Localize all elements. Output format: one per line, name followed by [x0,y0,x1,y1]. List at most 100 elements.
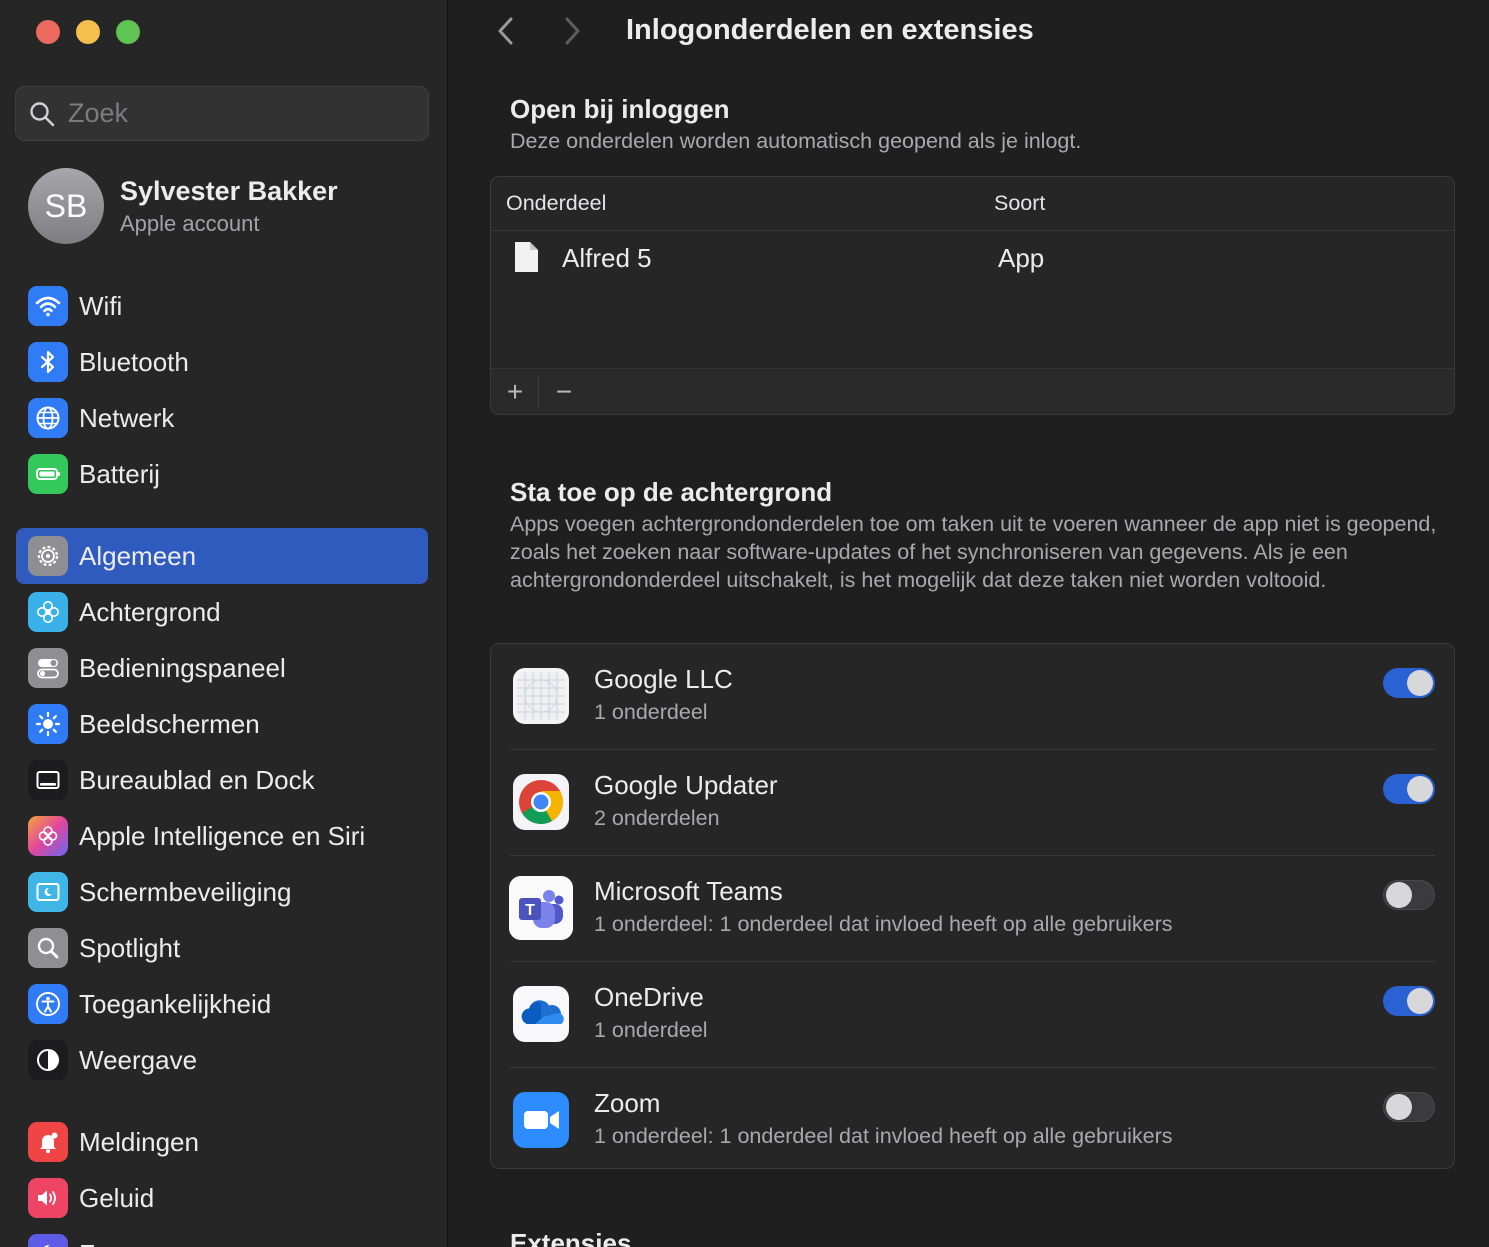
sidebar-item-beeldschermen[interactable]: Beeldschermen [16,696,428,752]
app-name: Zoom [594,1088,661,1118]
document-icon [515,242,538,272]
sidebar-item-label: Batterij [79,458,160,489]
sidebar-item-label: Meldingen [79,1126,199,1157]
microsoft-teams-toggle[interactable] [1383,880,1435,910]
sidebar-item-label: Apple Intelligence en Siri [79,820,366,851]
sidebar-item-algemeen[interactable]: Algemeen [16,528,428,584]
search-field[interactable] [15,86,429,141]
wifi-icon [28,286,68,326]
divider [538,376,539,408]
sidebar-item-label: Spotlight [79,932,181,963]
sidebar-item-label: Weergave [79,1044,198,1075]
app-name: Microsoft Teams [594,876,783,906]
sidebar-item-batterij[interactable]: Batterij [16,446,428,502]
sidebar-item-meldingen[interactable]: Meldingen [16,1114,428,1170]
sidebar-item-schermbeveiliging[interactable]: Schermbeveiliging [16,864,428,920]
sidebar-group-network: Wifi Bluetooth Netwerk Batterij [16,278,428,502]
sidebar-item-weergave[interactable]: Weergave [16,1032,428,1088]
sidebar-item-label: Bureaublad en Dock [79,764,315,795]
background-description: Apps voegen achtergrondonderdelen toe om… [510,512,1437,592]
sidebar-group-system: Algemeen Achtergrond Bedieningspaneel Be… [16,528,428,1088]
google-updater-toggle[interactable] [1383,774,1435,804]
sidebar-item-bluetooth[interactable]: Bluetooth [16,334,428,390]
google-llc-icon [513,668,569,724]
zoom-toggle[interactable] [1383,1092,1435,1122]
app-item-count: 1 onderdeel: 1 onderdeel dat invloed hee… [594,1124,1173,1148]
screensaver-icon [28,872,68,912]
flower-icon [28,592,68,632]
background-items-list: Google LLC 1 onderdeel Google Updater 2 … [490,643,1455,1169]
main-pane: Inlogonderdelen en extensies Open bij in… [449,0,1489,1247]
app-item-count: 1 onderdeel [594,700,708,724]
list-item: Google Updater 2 onderdelen [491,750,1454,856]
sidebar-item-label: Netwerk [79,402,175,433]
sidebar-item-achtergrond[interactable]: Achtergrond [16,584,428,640]
table-header: Onderdeel Soort [491,177,1454,231]
teams-icon: T [509,876,573,940]
app-item-count: 1 onderdeel: 1 onderdeel dat invloed hee… [594,912,1173,936]
sidebar-item-label: Focus [79,1239,150,1247]
back-arrow-icon[interactable] [493,14,519,48]
forward-arrow-icon[interactable] [559,14,585,48]
list-item: T Microsoft Teams 1 onderdeel: 1 onderde… [491,856,1454,962]
app-item-count: 2 onderdelen [594,806,720,830]
sidebar-item-toegankelijkheid[interactable]: Toegankelijkheid [16,976,428,1032]
sidebar-item-geluid[interactable]: Geluid [16,1170,428,1226]
speaker-icon [28,1178,68,1218]
sidebar-item-focus[interactable]: Focus [16,1226,428,1247]
appearance-icon [28,1040,68,1080]
account-name: Sylvester Bakker [120,175,338,206]
table-row[interactable]: Alfred 5 App [491,233,1454,283]
table-footer: + − [491,368,1454,414]
sidebar-item-bureaublad-en-dock[interactable]: Bureaublad en Dock [16,752,428,808]
svg-text:T: T [525,902,535,919]
column-header-onderdeel[interactable]: Onderdeel [506,191,606,216]
zoom-icon [513,1092,569,1148]
sidebar-item-spotlight[interactable]: Spotlight [16,920,428,976]
magnifier-icon [28,928,68,968]
app-name: Google Updater [594,770,778,800]
remove-login-item-button[interactable]: − [547,375,581,409]
google-llc-toggle[interactable] [1383,668,1435,698]
login-item-type: App [998,243,1045,273]
minimize-window-button[interactable] [76,20,100,44]
sun-icon [28,704,68,744]
search-input[interactable] [68,98,408,129]
bell-icon [28,1122,68,1162]
onedrive-toggle[interactable] [1383,986,1435,1016]
extensions-title: Extensies [510,1228,632,1247]
sidebar-item-apple-intelligence-en-siri[interactable]: Apple Intelligence en Siri [16,808,428,864]
close-window-button[interactable] [36,20,60,44]
sidebar-item-bedieningspaneel[interactable]: Bedieningspaneel [16,640,428,696]
sidebar-item-wifi[interactable]: Wifi [16,278,428,334]
window-controls [36,20,140,44]
search-icon [30,101,55,126]
avatar: SB [28,168,104,244]
column-header-soort[interactable]: Soort [994,191,1045,216]
moon-icon [28,1234,68,1247]
sidebar-item-label: Bluetooth [79,346,189,377]
app-name: Google LLC [594,664,733,694]
gear-icon [28,536,68,576]
sidebar-item-label: Schermbeveiliging [79,876,292,907]
siri-icon [28,816,68,856]
list-item: OneDrive 1 onderdeel [491,962,1454,1068]
onedrive-icon [513,986,569,1042]
app-item-count: 1 onderdeel [594,1018,708,1042]
background-title: Sta toe op de achtergrond [510,477,833,507]
chrome-icon [513,774,569,830]
zoom-window-button[interactable] [116,20,140,44]
switches-icon [28,648,68,688]
apple-account[interactable]: SB Sylvester Bakker Apple account [28,168,338,244]
login-items-table: Onderdeel Soort Alfred 5 App + − [490,176,1455,415]
accessibility-icon [28,984,68,1024]
add-login-item-button[interactable]: + [498,375,532,409]
list-item: Zoom 1 onderdeel: 1 onderdeel dat invloe… [491,1068,1454,1174]
open-at-login-title: Open bij inloggen [510,94,730,124]
open-at-login-description: Deze onderdelen worden automatisch geope… [510,129,1082,153]
account-subtitle: Apple account [120,210,260,236]
sidebar-item-netwerk[interactable]: Netwerk [16,390,428,446]
sidebar-group-notifications: Meldingen Geluid Focus [16,1114,428,1247]
app-name: OneDrive [594,982,704,1012]
sidebar-item-label: Bedieningspaneel [79,652,286,683]
